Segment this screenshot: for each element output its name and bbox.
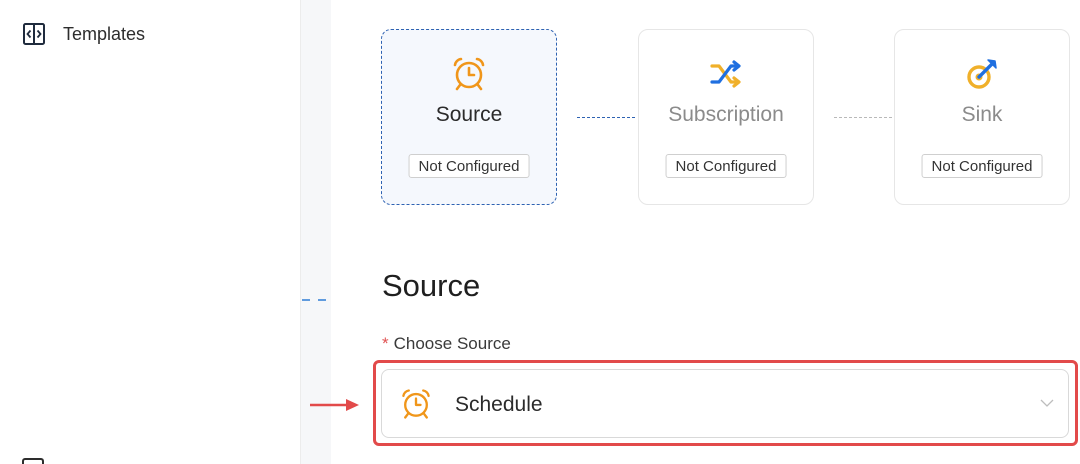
alarm-clock-icon	[449, 54, 489, 94]
step-sink[interactable]: Sink Not Configured	[894, 29, 1070, 205]
step-connector	[834, 117, 892, 118]
pointer-arrow-icon	[310, 399, 359, 411]
step-source[interactable]: Source Not Configured	[381, 29, 557, 205]
step-title: Subscription	[668, 103, 784, 126]
selected-value: Schedule	[455, 393, 543, 416]
resize-handle-icon[interactable]	[302, 299, 330, 301]
field-label-text: Choose Source	[393, 334, 511, 353]
app-root: Templates Source Not Configured Subscrip…	[0, 0, 1080, 464]
status-badge: Not Configured	[921, 154, 1043, 178]
sidebar: Templates	[0, 0, 301, 464]
sidebar-gutter	[301, 0, 331, 464]
step-subscription[interactable]: Subscription Not Configured	[638, 29, 814, 205]
step-connector	[577, 117, 635, 118]
status-badge: Not Configured	[408, 154, 530, 178]
target-arrow-icon	[962, 54, 1002, 94]
source-select[interactable]: Schedule	[381, 369, 1069, 438]
section-title: Source	[382, 268, 481, 303]
code-brackets-icon	[22, 22, 46, 46]
sidebar-item-label: Templates	[63, 23, 146, 44]
step-title: Sink	[961, 103, 1003, 126]
shuffle-icon	[706, 54, 746, 94]
step-title: Source	[435, 103, 503, 126]
sidebar-item-templates[interactable]: Templates	[22, 22, 145, 46]
alarm-clock-icon	[398, 385, 434, 423]
status-badge: Not Configured	[665, 154, 787, 178]
required-mark: *	[382, 334, 389, 353]
chevron-down-icon	[1040, 399, 1054, 407]
field-label: * Choose Source	[382, 334, 511, 354]
sidebar-item-partial-icon[interactable]	[22, 458, 44, 464]
